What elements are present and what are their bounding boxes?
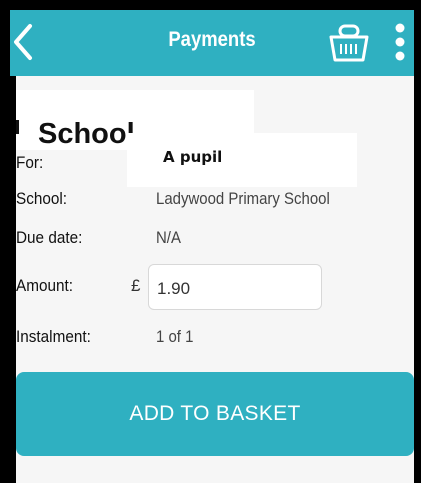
amount-label: Amount: <box>16 276 73 295</box>
school-value: Ladywood Primary School <box>156 189 330 208</box>
back-button[interactable] <box>10 22 44 62</box>
instalment-label: Instalment: <box>16 327 91 346</box>
basket-icon <box>329 24 369 62</box>
due-date-label: Due date: <box>16 228 83 247</box>
due-date-value: N/A <box>156 228 181 247</box>
payment-screen: Payments School For: A pupil School: Lad… <box>10 10 414 483</box>
menu-button[interactable] <box>389 22 411 64</box>
for-value: A pupil <box>163 148 223 166</box>
chevron-left-icon <box>14 24 32 60</box>
page-title: Payments <box>168 28 256 51</box>
app-header: Payments <box>10 10 414 76</box>
basket-button[interactable] <box>328 22 370 64</box>
instalment-value: 1 of 1 <box>156 327 194 346</box>
currency-symbol: £ <box>131 276 141 295</box>
amount-input[interactable] <box>148 264 322 310</box>
more-vertical-icon <box>395 23 405 61</box>
add-to-basket-button[interactable]: ADD TO BASKET <box>16 372 414 456</box>
heading-marker <box>16 120 19 134</box>
for-label: For: <box>16 153 44 172</box>
section-heading: School <box>38 118 135 150</box>
pupil-box: A pupil <box>127 133 357 187</box>
school-label: School: <box>16 189 68 208</box>
